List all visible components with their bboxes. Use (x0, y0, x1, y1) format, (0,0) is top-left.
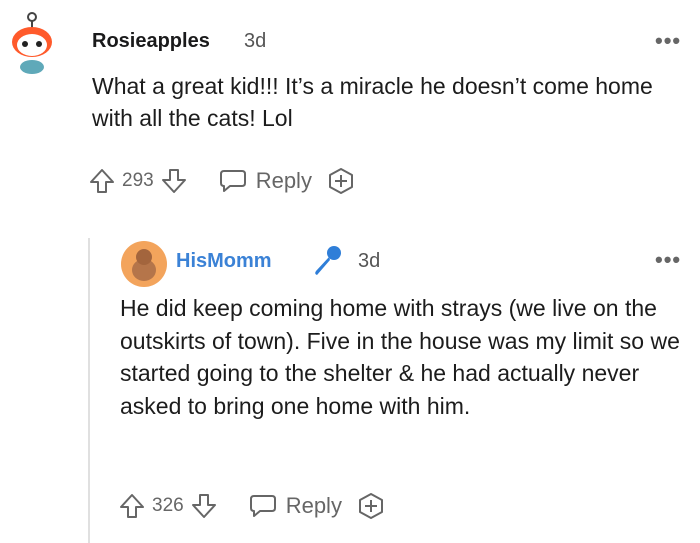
reply-body: He did keep coming home with strays (we … (120, 295, 680, 419)
more-options-button[interactable]: ••• (655, 30, 681, 52)
upvote-arrow-icon (90, 169, 114, 193)
add-award-icon (328, 168, 353, 194)
comment-body: What a great kid!!! It’s a miracle he do… (92, 73, 653, 131)
downvote-arrow-icon (191, 494, 216, 518)
reply-actions: 326 Reply (118, 489, 386, 523)
upvote-arrow-icon (120, 494, 144, 518)
comment-actions: 293 Reply (88, 164, 356, 198)
microphone-icon (315, 246, 341, 275)
speech-bubble-icon (249, 495, 276, 517)
flair-badge (310, 244, 344, 278)
reply-button[interactable]: Reply (218, 167, 312, 195)
upvote-button[interactable] (88, 167, 116, 195)
reply-reply-button[interactable]: Reply (248, 492, 342, 520)
reply-avatar[interactable] (120, 240, 168, 288)
reply-age: 3d (358, 250, 381, 272)
reply-label: Reply (285, 493, 342, 518)
downvote-arrow-icon (161, 169, 186, 193)
comment-age: 3d (244, 30, 267, 52)
vote-count: 293 (122, 170, 154, 191)
award-button[interactable] (326, 166, 356, 196)
thread-line[interactable] (88, 238, 90, 543)
reply-award-button[interactable] (356, 491, 386, 521)
speech-bubble-icon (219, 170, 246, 192)
reply-upvote-button[interactable] (118, 492, 146, 520)
avatar[interactable] (8, 12, 58, 74)
add-award-icon (358, 493, 383, 519)
downvote-button[interactable] (160, 167, 188, 195)
reply-more-options-button[interactable]: ••• (655, 249, 681, 271)
reply-label: Reply (255, 168, 312, 193)
comment-username[interactable]: Rosieapples (92, 30, 210, 53)
user-avatar-icon (121, 241, 167, 287)
reply-downvote-button[interactable] (190, 492, 218, 520)
reply-vote-count: 326 (152, 495, 184, 516)
snoo-avatar-icon (12, 12, 52, 74)
reply-username[interactable]: HisMomm (176, 250, 272, 273)
